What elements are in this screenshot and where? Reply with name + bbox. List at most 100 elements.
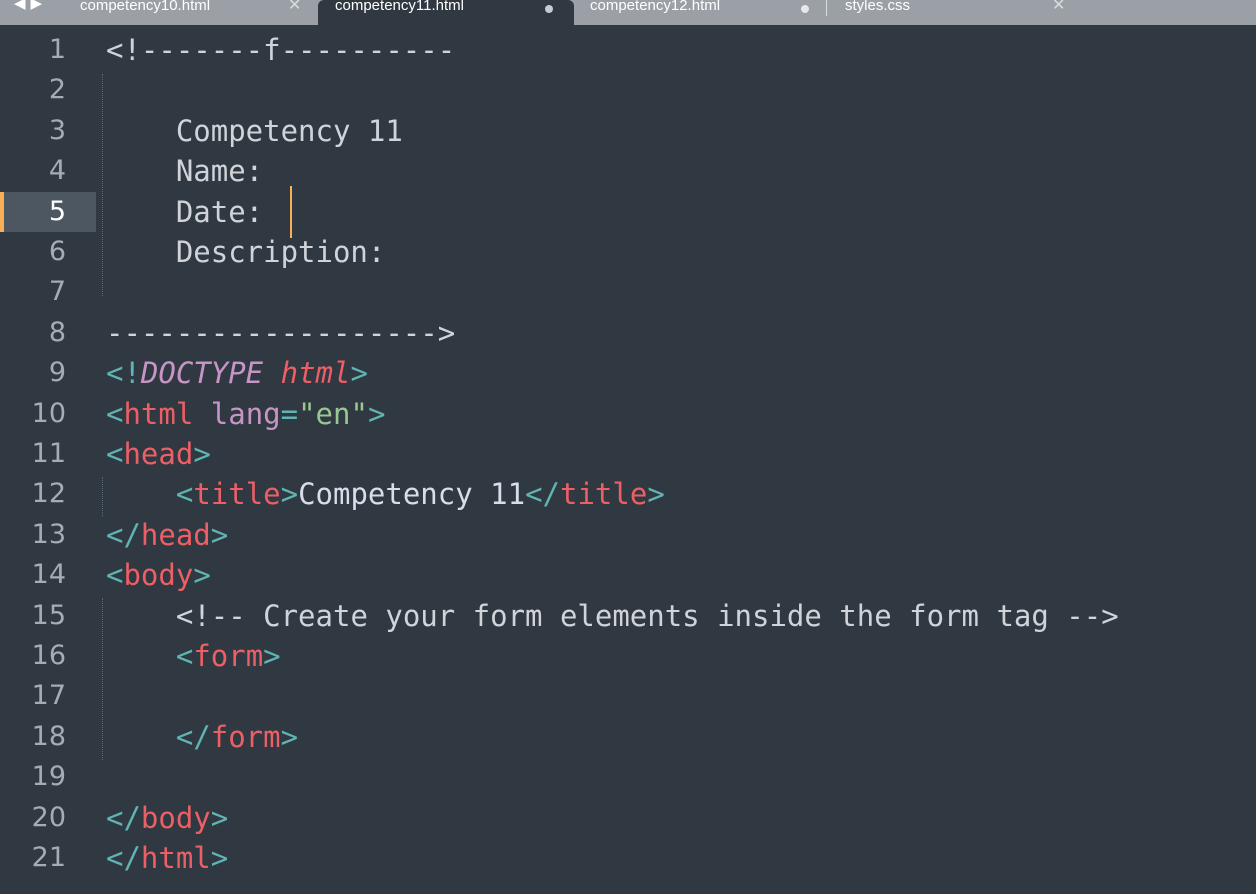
line-gutter[interactable]: 2	[0, 70, 96, 110]
line-number: 3	[48, 114, 66, 146]
code-line[interactable]: 12 <title>Competency 11</title>	[0, 474, 1256, 514]
code-token: <!-- Create your form elements inside th…	[175, 598, 1119, 633]
code-line[interactable]: 20 </body>	[0, 798, 1256, 838]
line-gutter[interactable]: 6	[0, 232, 96, 272]
code-text: <!-------f----------	[106, 33, 456, 67]
close-icon[interactable]: ✕	[288, 0, 301, 15]
line-gutter[interactable]: 21	[0, 838, 96, 878]
code-line[interactable]: 21 </html>	[0, 838, 1256, 878]
line-gutter[interactable]: 14	[0, 555, 96, 595]
code-token: html	[123, 396, 194, 431]
code-token: </	[525, 477, 560, 512]
line-number: 21	[31, 842, 66, 873]
line-gutter[interactable]: 16	[0, 636, 96, 676]
line-gutter[interactable]: 15	[0, 596, 96, 636]
code-line[interactable]: 7	[0, 272, 1256, 312]
line-number: 2	[48, 74, 66, 106]
code-line[interactable]: 16 <form>	[0, 636, 1256, 676]
code-token: <!	[106, 356, 141, 391]
line-gutter[interactable]: 5	[0, 191, 96, 232]
code-token: >	[210, 800, 229, 835]
tab-competency11[interactable]: competency11.html	[318, 0, 574, 25]
code-text: Date:	[106, 194, 281, 229]
tab-competency12[interactable]: competency12.html	[574, 0, 826, 25]
code-token: html	[140, 841, 211, 875]
code-line[interactable]: 2	[0, 70, 1256, 110]
code-line[interactable]: 5 Date:	[0, 191, 1256, 232]
code-line[interactable]: 11 <head>	[0, 434, 1256, 474]
line-number: 5	[48, 195, 66, 227]
code-token: </	[106, 517, 141, 552]
line-number: 14	[31, 559, 66, 591]
code-token: form	[210, 719, 281, 754]
code-text: </form>	[106, 717, 298, 757]
code-editor[interactable]: 1 <!-------f---------- 2 3 Competency 11 4 N…	[0, 25, 1256, 894]
code-line[interactable]: 10 <html lang="en">	[0, 394, 1256, 434]
code-line[interactable]: 15 <!-- Create your form elements inside…	[0, 596, 1256, 636]
code-token: >	[647, 477, 665, 512]
code-text: ------------------->	[106, 315, 456, 350]
code-token: >	[193, 437, 211, 471]
code-token: "en"	[298, 396, 368, 431]
tab-competency10[interactable]: competency10.html ✕	[64, 0, 318, 25]
code-line[interactable]: 3 Competency 11	[0, 111, 1256, 151]
code-text: </html>	[106, 838, 228, 878]
tab-label: competency12.html	[590, 0, 721, 14]
code-line[interactable]: 4 Name:	[0, 151, 1256, 191]
code-line[interactable]: 18 </form>	[0, 717, 1256, 757]
code-line[interactable]: 9 <!DOCTYPE html>	[0, 353, 1256, 393]
text-cursor	[290, 186, 292, 238]
code-token: title	[193, 477, 281, 512]
close-icon[interactable]: ✕	[1052, 0, 1065, 15]
code-token: head	[123, 437, 194, 471]
tab-nav-arrows-icon[interactable]: ◀▶	[14, 0, 47, 12]
line-gutter[interactable]: 3	[0, 111, 96, 151]
line-number: 12	[31, 478, 66, 510]
code-text: <!-- Create your form elements inside th…	[106, 596, 1119, 636]
line-number: 19	[31, 761, 66, 793]
line-number: 15	[31, 599, 66, 631]
code-token: body	[140, 800, 211, 835]
line-gutter[interactable]: 4	[0, 151, 96, 191]
line-number: 8	[48, 316, 66, 348]
code-line[interactable]: 13 </head>	[0, 515, 1256, 555]
code-line[interactable]: 14 <body>	[0, 555, 1256, 595]
code-line[interactable]: 8 ------------------->	[0, 313, 1256, 353]
modified-dot-icon[interactable]	[801, 5, 809, 13]
line-gutter[interactable]: 18	[0, 717, 96, 757]
line-number: 13	[31, 518, 66, 550]
code-token: >	[280, 719, 299, 754]
line-gutter[interactable]: 13	[0, 515, 96, 555]
code-line[interactable]: 6 Description:	[0, 232, 1256, 272]
code-line[interactable]: 1 <!-------f----------	[0, 30, 1256, 70]
line-gutter[interactable]: 12	[0, 474, 96, 514]
code-token: >	[263, 639, 281, 673]
code-text: Name:	[106, 154, 264, 189]
code-text: </body>	[106, 798, 228, 838]
line-number: 10	[31, 397, 66, 429]
line-gutter[interactable]: 7	[0, 272, 96, 312]
modified-dot-icon[interactable]	[545, 5, 553, 13]
code-line[interactable]: 17	[0, 676, 1256, 716]
code-text: </head>	[106, 515, 228, 555]
tab-separator	[826, 0, 827, 16]
line-gutter[interactable]: 19	[0, 757, 96, 797]
line-number: 4	[48, 155, 66, 187]
line-gutter[interactable]: 10	[0, 394, 96, 434]
line-gutter[interactable]: 9	[0, 353, 96, 393]
line-gutter[interactable]: 8	[0, 313, 96, 353]
tab-styles-css[interactable]: styles.css ✕	[828, 0, 1082, 25]
tab-label: competency10.html	[80, 0, 211, 14]
line-gutter[interactable]: 1	[0, 30, 96, 70]
code-line[interactable]: 19	[0, 757, 1256, 797]
tab-bar: ◀▶ competency10.html ✕ competency11.html…	[0, 0, 1256, 25]
line-number: 17	[31, 680, 66, 712]
line-gutter[interactable]: 17	[0, 676, 96, 716]
code-token: form	[193, 639, 264, 673]
line-gutter[interactable]: 20	[0, 798, 96, 838]
line-gutter[interactable]: 11	[0, 434, 96, 474]
